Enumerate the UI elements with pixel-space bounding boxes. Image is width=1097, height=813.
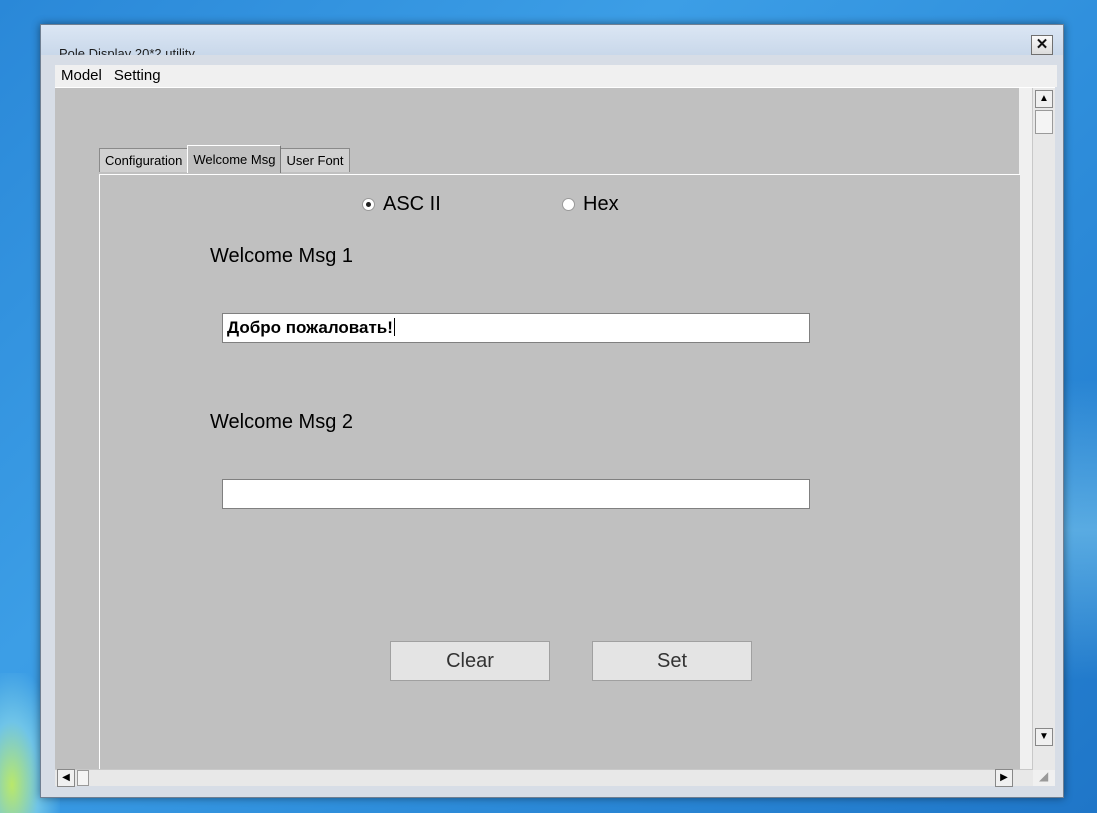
radio-hex-indicator[interactable] (562, 198, 575, 211)
close-icon: ✕ (1035, 36, 1049, 53)
horizontal-scroll-thumb[interactable] (77, 770, 89, 786)
welcome-msg-1-value: Добро пожаловать! (227, 318, 393, 337)
horizontal-scrollbar[interactable]: ◀ ▶ (55, 769, 1033, 787)
tab-welcome-msg[interactable]: Welcome Msg (187, 145, 282, 173)
scroll-right-button[interactable]: ▶ (995, 769, 1013, 787)
title-bar[interactable]: Pole Display 20*2 utility ✕ (41, 25, 1063, 55)
scroll-right-icon: ▶ (1000, 772, 1008, 783)
radio-hex-label: Hex (583, 193, 619, 215)
welcome-msg-1-input[interactable]: Добро пожаловать! (222, 313, 810, 343)
window-title: Pole Display 20*2 utility (59, 46, 195, 55)
menu-bar: Model Setting (55, 65, 1057, 87)
scroll-up-icon: ▲ (1039, 93, 1049, 104)
text-caret (393, 318, 395, 336)
menu-model[interactable]: Model (55, 65, 108, 87)
radio-hex[interactable]: Hex (562, 193, 619, 216)
resize-grip-icon[interactable]: ◢ (1039, 770, 1053, 784)
welcome-msg-page: ASC II Hex Welcome Msg 1 Добро пожаловат… (99, 174, 1020, 771)
tab-configuration[interactable]: Configuration (99, 148, 189, 172)
tab-user-font[interactable]: User Font (280, 148, 350, 172)
app-window: Pole Display 20*2 utility ✕ Model Settin… (40, 24, 1064, 798)
clear-button[interactable]: Clear (390, 641, 550, 681)
scroll-viewport: Configuration Welcome Msg User Font ASC … (55, 88, 1020, 771)
vertical-scrollbar[interactable]: ▲ ▼ (1032, 88, 1055, 770)
scroll-up-button[interactable]: ▲ (1035, 90, 1053, 108)
client-area: Configuration Welcome Msg User Font ASC … (55, 87, 1055, 787)
welcome-msg-1-label: Welcome Msg 1 (210, 245, 354, 267)
scroll-left-icon: ◀ (62, 772, 70, 783)
scroll-down-button[interactable]: ▼ (1035, 728, 1053, 746)
welcome-msg-2-label: Welcome Msg 2 (210, 411, 354, 433)
scroll-left-button[interactable]: ◀ (57, 769, 75, 787)
radio-ascii-indicator[interactable] (362, 198, 375, 211)
welcome-msg-2-input[interactable] (222, 479, 810, 509)
menu-setting[interactable]: Setting (108, 65, 167, 87)
close-button[interactable]: ✕ (1031, 35, 1053, 55)
radio-ascii[interactable]: ASC II (362, 193, 441, 216)
vertical-scroll-thumb[interactable] (1035, 110, 1053, 134)
radio-ascii-label: ASC II (383, 193, 441, 215)
set-button[interactable]: Set (592, 641, 752, 681)
tab-strip: Configuration Welcome Msg User Font (99, 145, 350, 173)
scroll-down-icon: ▼ (1039, 731, 1049, 742)
